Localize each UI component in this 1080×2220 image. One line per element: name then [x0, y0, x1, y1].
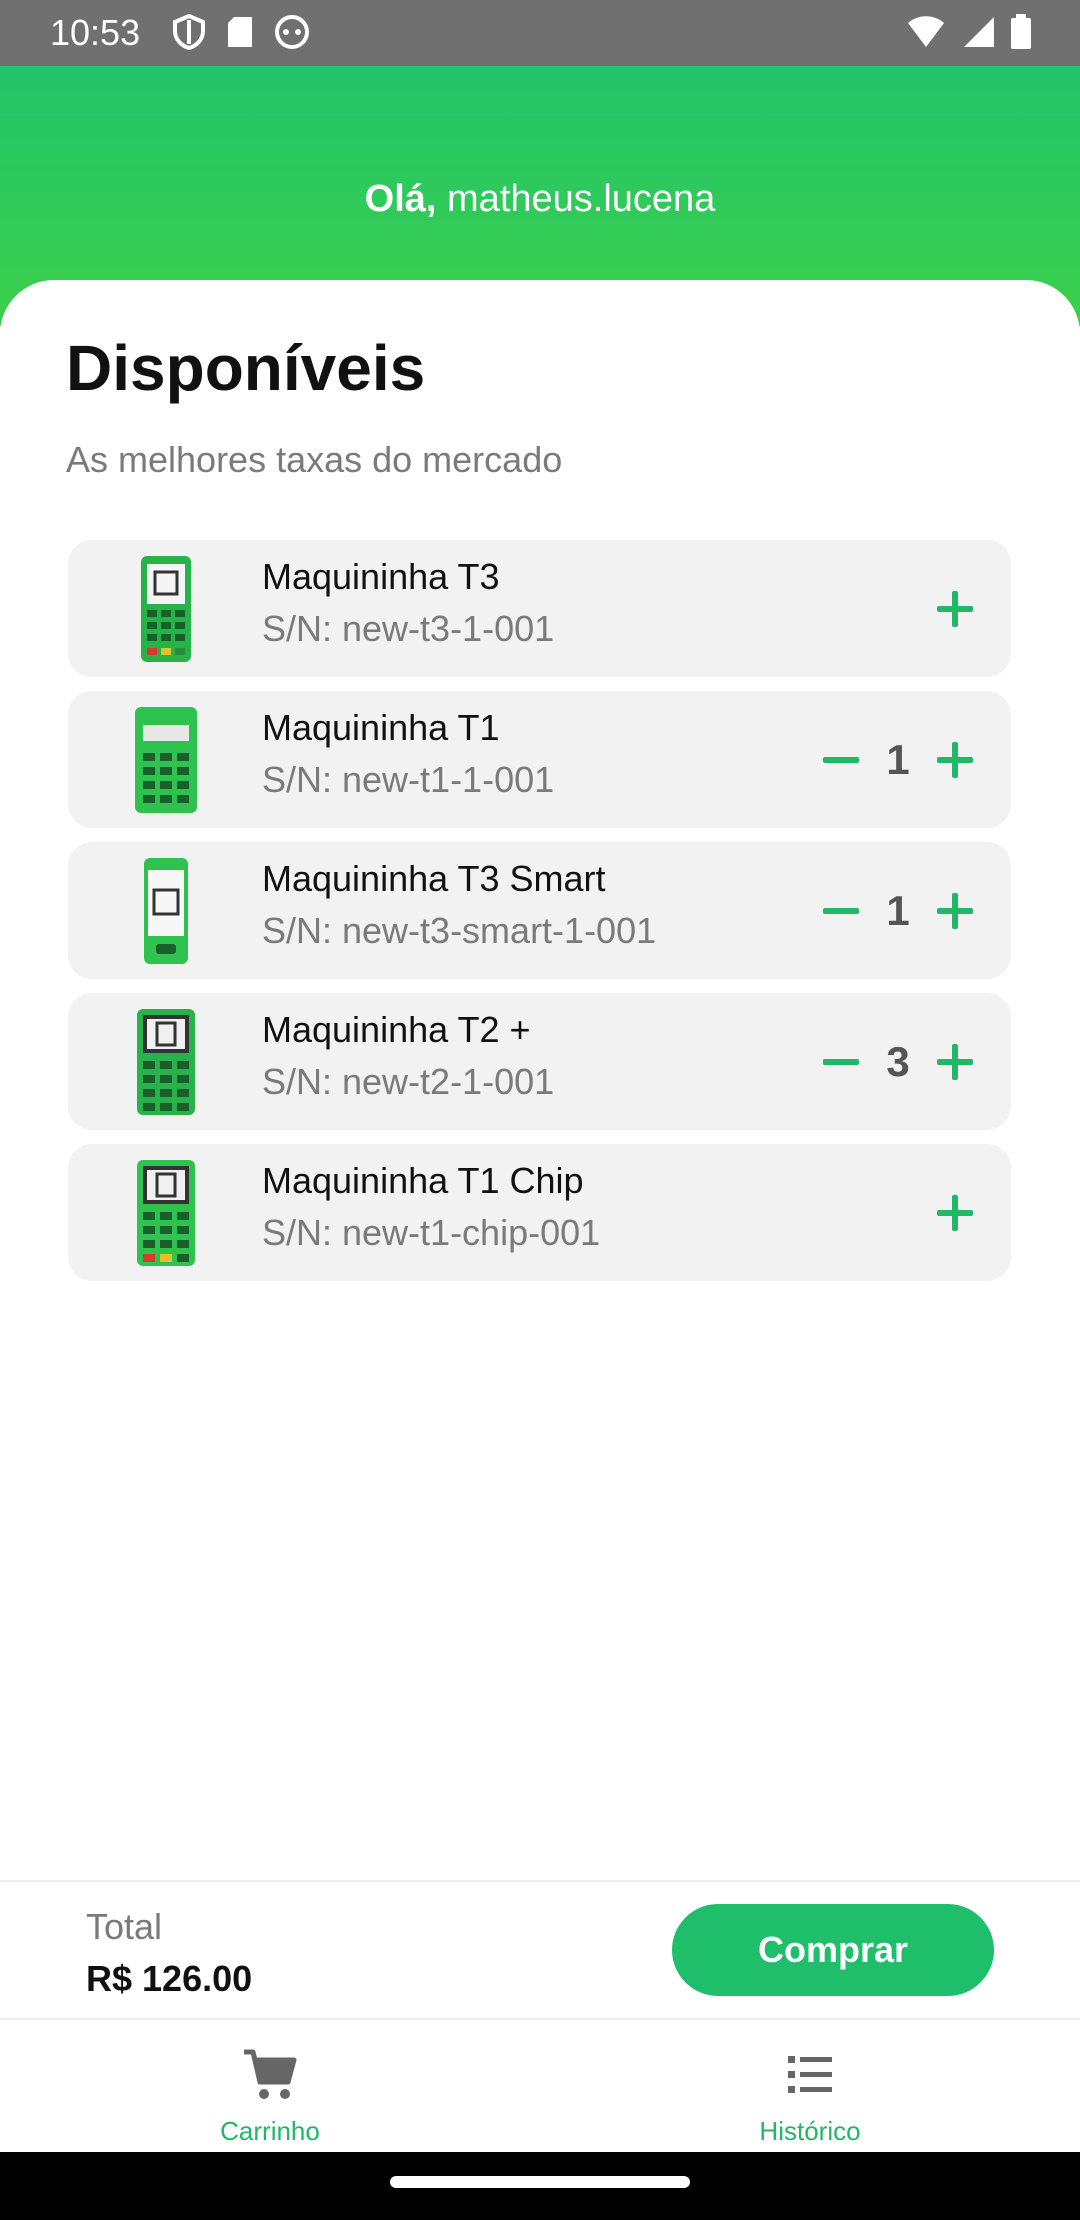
product-image — [116, 854, 216, 967]
card-machine-icon — [137, 1159, 195, 1266]
decrement-button[interactable] — [821, 1042, 861, 1082]
plus-icon-stem — [952, 1043, 958, 1080]
greeting: Olá, matheus.lucena — [0, 174, 1080, 224]
signal-icon — [964, 17, 994, 47]
product-serial: S/N: new-t3-1-001 — [262, 608, 555, 649]
status-time: 10:53 — [50, 12, 141, 53]
android-debug-icon — [275, 15, 309, 49]
quantity-stepper: 1 — [821, 842, 975, 979]
product-name: Maquininha T3 — [262, 556, 500, 597]
increment-button[interactable] — [935, 1042, 975, 1082]
buy-button[interactable]: Comprar — [672, 1904, 994, 1996]
product-item: Maquininha T2 + S/N: new-t2-1-001 3 — [68, 993, 1011, 1130]
product-image — [116, 1156, 216, 1269]
product-list: Maquininha T3 S/N: new-t3-1-001 Maquinin… — [68, 540, 1011, 1295]
nav-item-history[interactable]: Histórico — [540, 2020, 1080, 2154]
quantity-value: 3 — [886, 1037, 910, 1085]
page-subtitle: As melhores taxas do mercado — [66, 439, 563, 480]
product-image — [116, 552, 216, 665]
plus-icon-stem — [952, 741, 958, 778]
quantity-stepper: 3 — [821, 993, 975, 1130]
card-machine-icon — [137, 1008, 195, 1115]
quantity-value: 1 — [886, 886, 910, 934]
increment-button[interactable] — [935, 740, 975, 780]
notification-icons — [172, 14, 310, 50]
nav-item-cart[interactable]: Carrinho — [0, 2020, 540, 2154]
product-item: Maquininha T3 S/N: new-t3-1-001 — [68, 540, 1011, 677]
page-title: Disponíveis — [66, 332, 426, 404]
card-machine-icon — [144, 857, 188, 964]
total-label: Total — [86, 1906, 163, 1947]
product-image — [116, 703, 216, 816]
plus-icon-stem — [952, 1194, 958, 1231]
nav-label-history: Histórico — [759, 2116, 861, 2146]
battery-icon — [1011, 14, 1031, 49]
nav-label-cart: Carrinho — [220, 2116, 320, 2146]
increment-button[interactable] — [935, 589, 975, 629]
product-name: Maquininha T2 + — [262, 1009, 531, 1050]
username: matheus.lucena — [447, 178, 716, 220]
checkout-bar: Total R$ 126.00 Comprar — [0, 1880, 1080, 2020]
product-name: Maquininha T3 Smart — [262, 858, 606, 899]
product-name: Maquininha T1 — [262, 707, 500, 748]
list-icon — [788, 2056, 832, 2093]
minus-icon — [823, 907, 859, 914]
product-serial: S/N: new-t1-1-001 — [262, 759, 555, 800]
minus-icon — [823, 756, 859, 763]
quantity-stepper — [935, 540, 975, 677]
home-handle[interactable] — [390, 2176, 690, 2188]
product-serial: S/N: new-t2-1-001 — [262, 1061, 555, 1102]
decrement-button[interactable] — [821, 891, 861, 931]
card-machine-icon — [135, 706, 197, 813]
card-machine-icon — [141, 555, 191, 662]
gesture-navigation-bar — [0, 2152, 1080, 2220]
decrement-button[interactable] — [821, 740, 861, 780]
status-bar: 10:53 — [0, 0, 1080, 66]
product-serial: S/N: new-t3-smart-1-001 — [262, 910, 657, 951]
system-icons — [906, 14, 1032, 50]
minus-icon — [823, 1058, 859, 1065]
quantity-stepper — [935, 1144, 975, 1281]
greeting-prefix: Olá, — [364, 178, 437, 220]
quantity-stepper: 1 — [821, 691, 975, 828]
increment-button[interactable] — [935, 1193, 975, 1233]
product-serial: S/N: new-t1-chip-001 — [262, 1212, 601, 1253]
increment-button[interactable] — [935, 891, 975, 931]
total-value: R$ 126.00 — [86, 1958, 253, 1999]
quantity-value: 1 — [886, 735, 910, 783]
plus-icon-stem — [952, 590, 958, 627]
shield-icon — [173, 14, 205, 50]
product-image — [116, 1005, 216, 1118]
sd-card-icon — [228, 17, 252, 47]
plus-icon-stem — [952, 892, 958, 929]
cart-icon — [244, 2049, 297, 2099]
product-item: Maquininha T1 Chip S/N: new-t1-chip-001 — [68, 1144, 1011, 1281]
wifi-icon — [908, 16, 944, 47]
product-item: Maquininha T3 Smart S/N: new-t3-smart-1-… — [68, 842, 1011, 979]
bottom-navigation: Carrinho Histórico — [0, 2018, 1080, 2154]
product-item: Maquininha T1 S/N: new-t1-1-001 1 — [68, 691, 1011, 828]
product-name: Maquininha T1 Chip — [262, 1160, 584, 1201]
